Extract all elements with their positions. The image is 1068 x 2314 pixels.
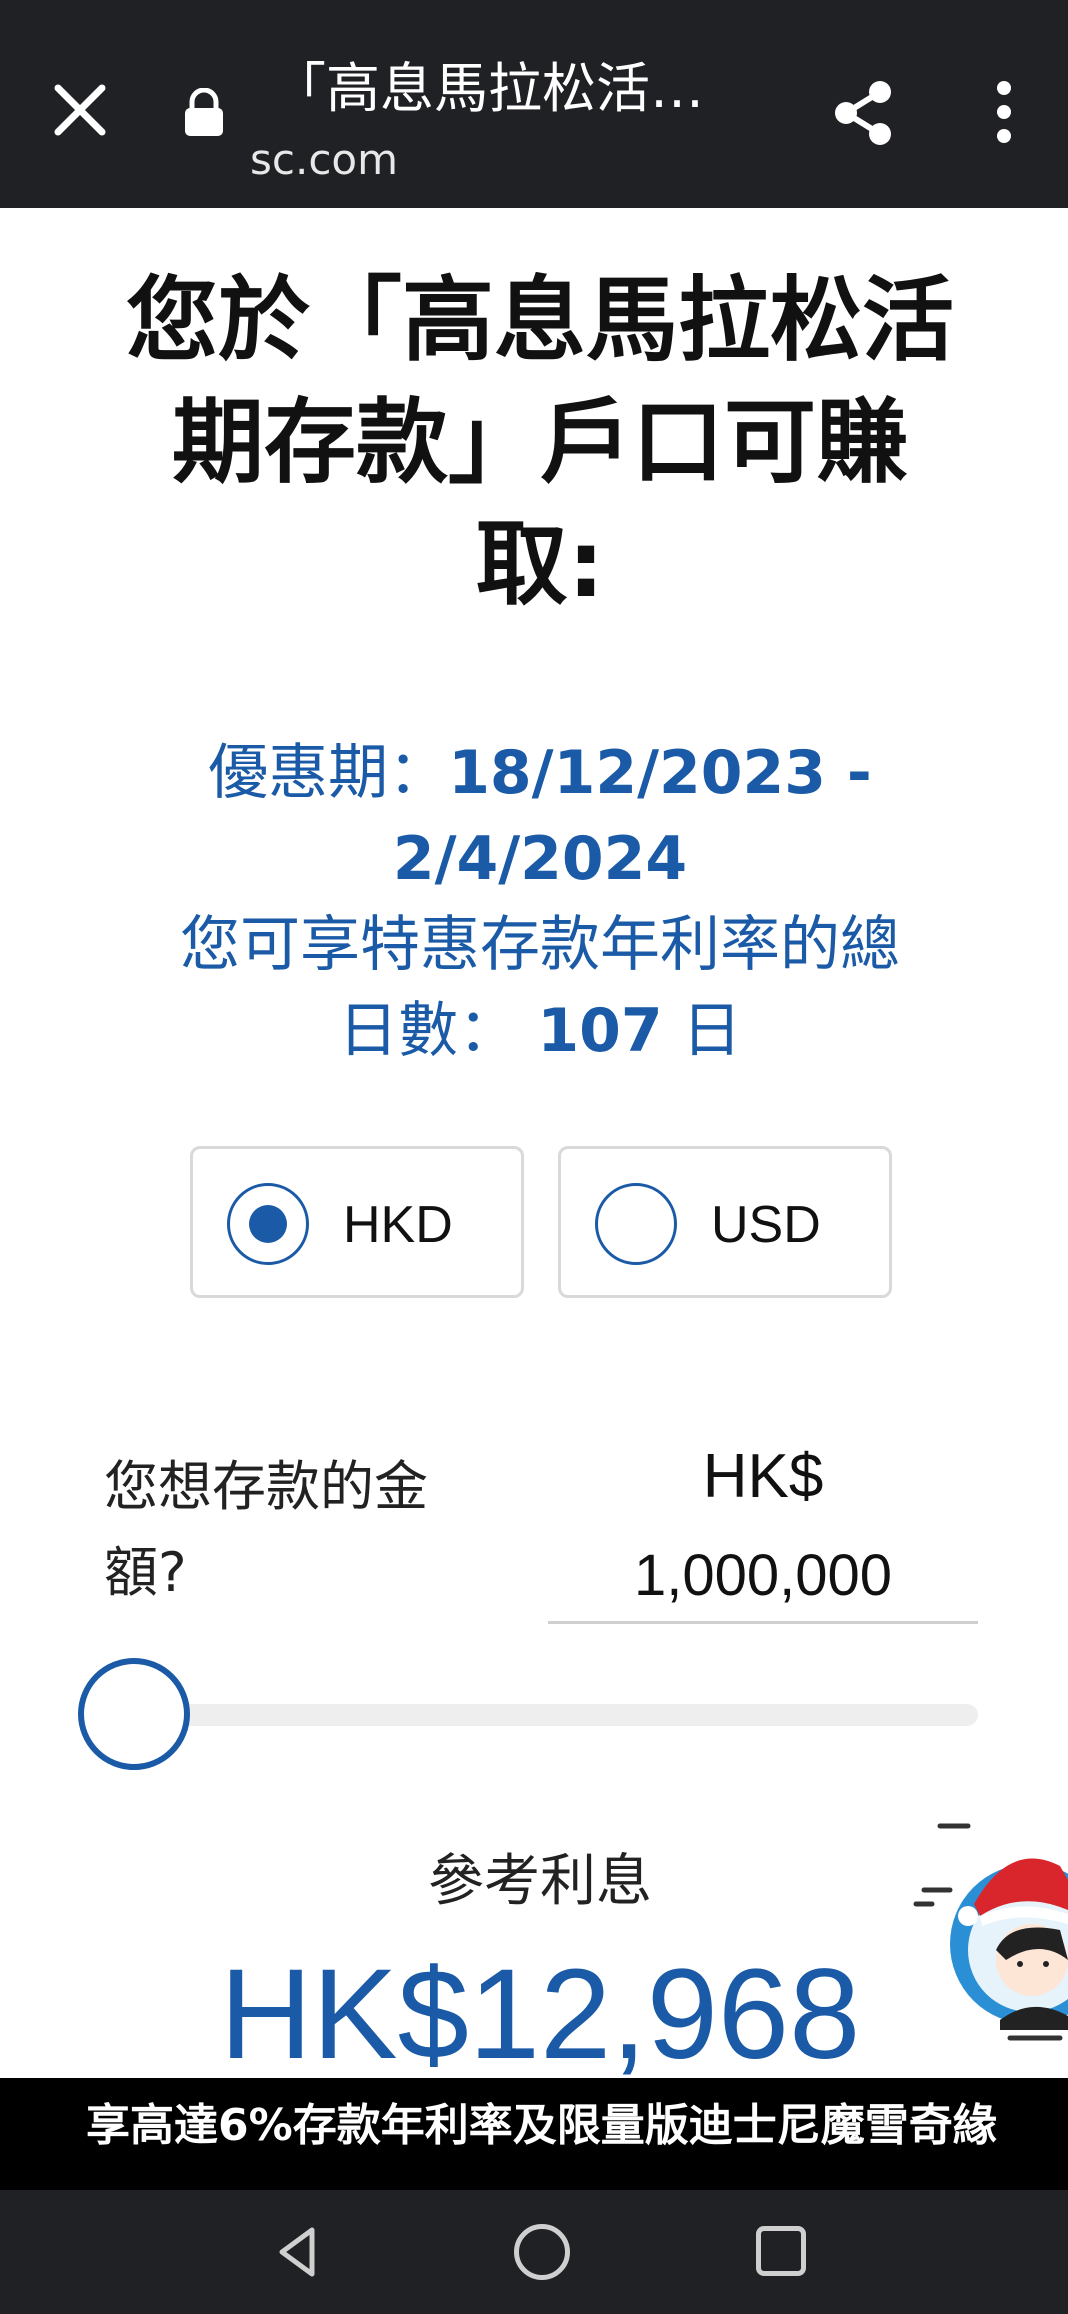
heading-line: 取:	[475, 511, 605, 618]
promo-days-unit: 日	[681, 996, 742, 1066]
deposit-amount-input[interactable]	[548, 1530, 978, 1624]
currency-option-hkd[interactable]: HKD	[190, 1146, 524, 1298]
promo-period-info: 優惠期：18/12/2023 - 2/4/2024 您可享特惠存款年利率的總 日…	[60, 730, 1020, 1074]
currency-label-usd: USD	[711, 1196, 821, 1254]
deposit-amount-label: 您想存款的金 額?	[104, 1444, 484, 1616]
more-options-icon[interactable]	[992, 80, 1016, 144]
promo-period-line: 2/4/2024	[60, 816, 1020, 902]
amount-currency: HK$	[702, 1442, 824, 1511]
radio-button-hkd[interactable]	[227, 1183, 309, 1265]
heading-line: 期存款」戶口可賺	[171, 389, 908, 496]
lock-icon[interactable]	[182, 88, 226, 138]
promo-period-label: 優惠期：	[208, 738, 449, 808]
promo-period-start: 18/12/2023 -	[448, 738, 872, 808]
deposit-slider-thumb[interactable]	[78, 1658, 190, 1770]
home-icon[interactable]	[514, 2224, 570, 2280]
promo-banner-text: 享高達6%存款年利率及限量版迪士尼魔雪奇緣	[86, 2100, 997, 2151]
currency-label-hkd: HKD	[343, 1196, 453, 1254]
page-url[interactable]: sc.com	[250, 134, 398, 186]
radio-button-usd[interactable]	[595, 1183, 677, 1265]
radio-selected-dot	[249, 1205, 287, 1243]
deposit-amount-label-line: 您想存款的金	[104, 1455, 428, 1518]
browser-toolbar: 「高息馬拉松活… sc.com	[0, 0, 1068, 208]
share-icon[interactable]	[830, 78, 896, 148]
promo-period-line: 優惠期：18/12/2023 -	[60, 730, 1020, 816]
recent-apps-icon[interactable]	[756, 2226, 806, 2276]
reference-interest-value: HK$12,968	[219, 1943, 861, 2086]
promo-banner[interactable]: 享高達6%存款年利率及限量版迪士尼魔雪奇緣	[0, 2078, 1068, 2190]
chat-assistant-mascot-icon[interactable]	[910, 1820, 1068, 2050]
deposit-amount-label-line: 額?	[104, 1541, 187, 1604]
promo-days-value: 107	[537, 996, 663, 1066]
promo-days-label: 您可享特惠存款年利率的總	[180, 910, 900, 980]
promo-days-line: 日數： 107 日	[60, 988, 1020, 1074]
currency-option-usd[interactable]: USD	[558, 1146, 892, 1298]
heading-line: 您於「高息馬拉松活	[125, 267, 954, 374]
page-title: 「高息馬拉松活…	[272, 57, 704, 120]
close-icon[interactable]	[50, 80, 110, 140]
promo-period-end: 2/4/2024	[392, 824, 688, 894]
promo-days-label-2: 日數：	[338, 996, 519, 1066]
reference-interest-label: 參考利息	[428, 1849, 652, 1914]
deposit-slider-track[interactable]	[112, 1704, 978, 1726]
back-icon[interactable]	[270, 2224, 326, 2280]
earnings-heading: 您於「高息馬拉松活 期存款」戶口可賺 取:	[60, 260, 1020, 626]
